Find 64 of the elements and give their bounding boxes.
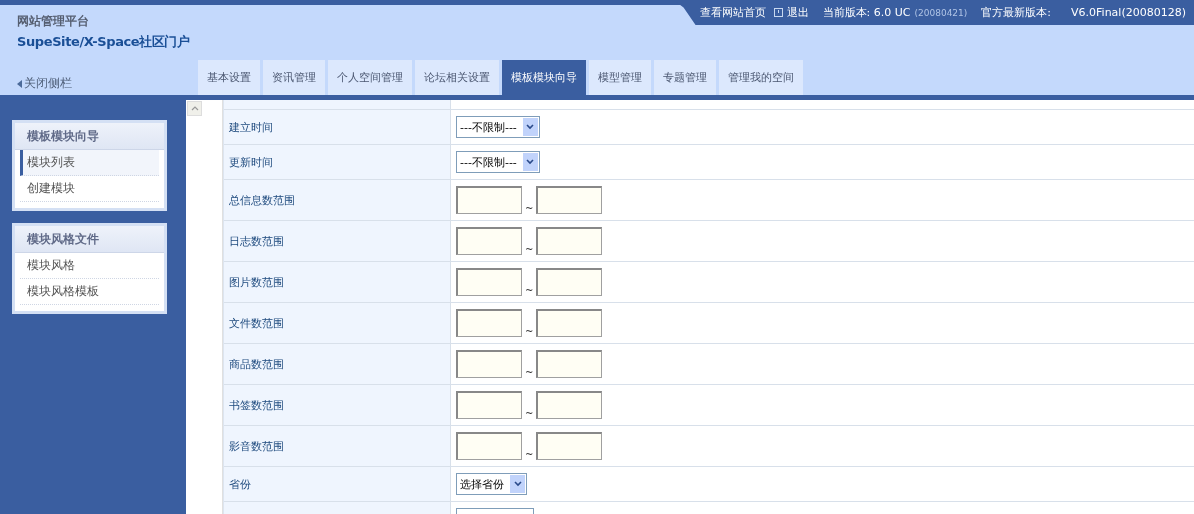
- nav-tab[interactable]: 专题管理: [654, 60, 716, 95]
- range-separator: ~: [525, 408, 534, 419]
- field-label: 商品数范围: [229, 356, 284, 372]
- range-max-field[interactable]: [536, 432, 603, 460]
- latest-version: V6.0Final(20080128): [1071, 6, 1186, 19]
- range-min-field[interactable]: [456, 432, 522, 460]
- menu-item[interactable]: 模块风格: [20, 253, 159, 279]
- menu-title: 模板模块向导: [15, 123, 164, 150]
- dropdown[interactable]: ---不限制---: [456, 151, 540, 173]
- menu-item[interactable]: 模块列表: [20, 150, 159, 176]
- logout-link[interactable]: 退出: [786, 5, 809, 20]
- menu-item[interactable]: 模块风格模板: [20, 279, 159, 305]
- menu-item[interactable]: 创建模块: [20, 176, 159, 202]
- range-separator: ~: [525, 367, 534, 378]
- chevron-down-icon: [513, 481, 522, 487]
- field-label: 图片数范围: [229, 274, 284, 290]
- triangle-left-icon: [17, 79, 22, 88]
- field-label: 文件数范围: [229, 315, 284, 331]
- field-label: 影音数范围: [229, 438, 284, 454]
- range-max-field[interactable]: [536, 391, 603, 419]
- range-separator: ~: [525, 285, 534, 296]
- field-label: 总信息数范围: [229, 192, 295, 208]
- nav-tab[interactable]: 个人空间管理: [328, 60, 412, 95]
- scroll-up-button[interactable]: [187, 101, 202, 116]
- nav-tab[interactable]: 论坛相关设置: [415, 60, 499, 95]
- current-version: 当前版本: 6.0 UC: [822, 5, 911, 20]
- range-min-field[interactable]: [456, 268, 522, 296]
- range-max-field[interactable]: [536, 350, 603, 378]
- field-label: 更新时间: [229, 154, 273, 170]
- chevron-down-icon: [526, 124, 535, 130]
- close-sidebar-link[interactable]: 关闭侧栏: [17, 75, 194, 92]
- version-date: (20080421): [914, 7, 968, 18]
- range-min-field[interactable]: [456, 309, 522, 337]
- field-label: 省份: [229, 476, 251, 492]
- field-label: 书签数范围: [229, 397, 284, 413]
- product-title: SupeSite/X-Space社区门户: [17, 33, 190, 51]
- nav-tab[interactable]: 资讯管理: [263, 60, 325, 95]
- nav-tab[interactable]: 模型管理: [589, 60, 651, 95]
- nav-tab[interactable]: 模板模块向导: [502, 60, 586, 95]
- range-max-field[interactable]: [536, 227, 603, 255]
- range-separator: ~: [525, 203, 534, 214]
- range-separator: ~: [525, 244, 534, 255]
- range-min-field[interactable]: [456, 391, 522, 419]
- nav-tab[interactable]: 基本设置: [198, 60, 260, 95]
- range-min-field[interactable]: [456, 186, 522, 214]
- range-min-field[interactable]: [456, 227, 522, 255]
- range-max-field[interactable]: [536, 186, 603, 214]
- dropdown[interactable]: ---不限制---: [456, 116, 540, 138]
- power-icon[interactable]: [773, 8, 783, 17]
- range-max-field[interactable]: [536, 268, 603, 296]
- range-separator: ~: [525, 449, 534, 460]
- range-max-field[interactable]: [536, 309, 603, 337]
- platform-title: 网站管理平台: [17, 13, 90, 30]
- chevron-up-icon: [190, 106, 199, 111]
- nav-tab[interactable]: 管理我的空间: [719, 60, 803, 95]
- field-label: 建立时间: [229, 119, 273, 135]
- dropdown[interactable]: 选择省份: [456, 473, 527, 495]
- range-min-field[interactable]: [456, 350, 522, 378]
- range-separator: ~: [525, 326, 534, 337]
- field-label: 日志数范围: [229, 233, 284, 249]
- chevron-down-icon: [526, 159, 535, 165]
- homepage-link[interactable]: 查看网站首页: [699, 5, 766, 20]
- menu-title: 模块风格文件: [15, 226, 164, 253]
- latest-version-label: 官方最新版本:: [981, 5, 1052, 20]
